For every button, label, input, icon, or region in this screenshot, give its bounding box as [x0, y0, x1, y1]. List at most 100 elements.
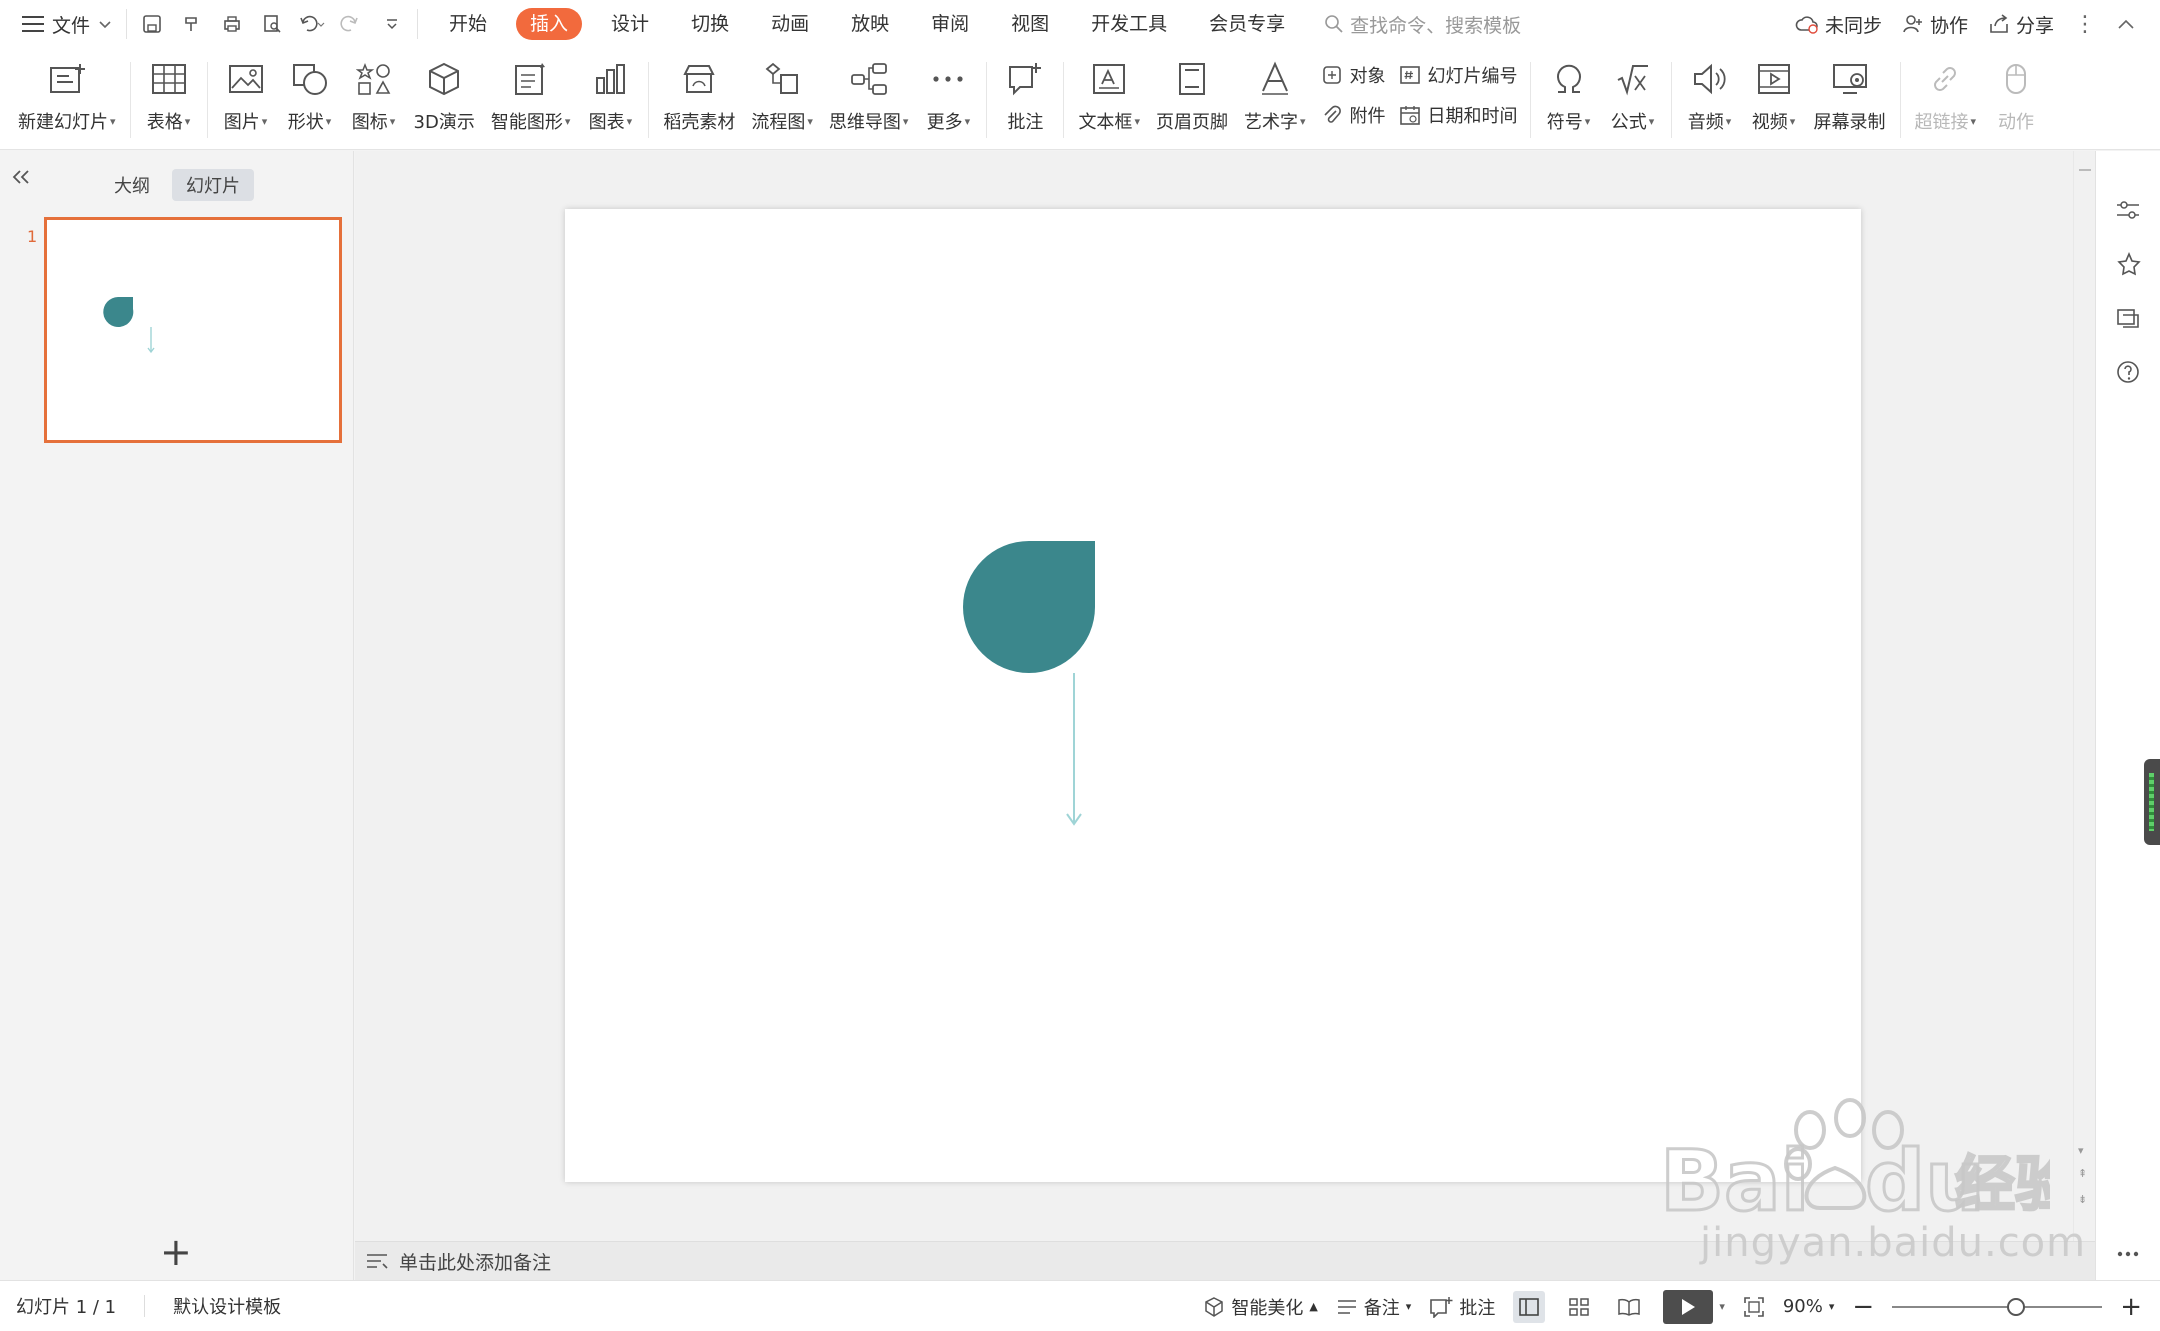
date-time-label: 日期和时间 — [1427, 106, 1518, 127]
beautify-icon — [1205, 1296, 1224, 1317]
3d-button[interactable]: 3D演示 — [406, 48, 483, 148]
collab-label: 协作 — [1929, 14, 1968, 37]
zoom-level-dropdown[interactable]: 90% ▾ — [1783, 1296, 1835, 1317]
tab-home[interactable]: 开始 — [428, 8, 508, 40]
zoom-level: 90% — [1782, 1296, 1823, 1317]
properties-icon[interactable] — [2113, 195, 2143, 225]
tab-review[interactable]: 审阅 — [910, 8, 990, 40]
wps-presentation-window: 文件 开始 插入 设计 切换 动画 放映 审阅 视图 开发工具 会员专享 查找命… — [0, 0, 2160, 1331]
action-button[interactable]: 动作 — [1984, 48, 2048, 148]
tab-outline[interactable]: 大纲 — [100, 169, 164, 201]
audio-button[interactable]: 音频 ▾ — [1678, 48, 1742, 148]
speaker-icon — [1686, 56, 1734, 102]
object-button[interactable]: 对象 — [1320, 60, 1386, 90]
print-preview-icon[interactable] — [255, 9, 289, 39]
animation-star-icon[interactable] — [2113, 249, 2143, 279]
panel-tabs: 大纲 幻灯片 — [100, 169, 254, 201]
play-options-caret-icon[interactable]: ▾ — [1719, 1300, 1725, 1313]
screen-record-button[interactable]: 屏幕录制 — [1806, 48, 1894, 148]
slide-sorter-view-icon[interactable] — [1563, 1291, 1595, 1323]
3d-label: 3D演示 — [413, 112, 475, 133]
shape-label: 形状 — [287, 112, 324, 133]
tab-member[interactable]: 会员专享 — [1188, 8, 1306, 40]
collapse-panel-icon[interactable] — [10, 167, 32, 192]
add-slide-button[interactable]: + — [160, 1233, 192, 1271]
link-icon — [1921, 56, 1969, 102]
sync-status-button[interactable]: 未同步 — [1795, 11, 1882, 38]
collaborate-button[interactable]: 协作 — [1902, 11, 1968, 38]
help-icon[interactable] — [2113, 357, 2143, 387]
wordart-button[interactable]: 艺术字 ▾ — [1236, 48, 1314, 148]
comment-button[interactable]: 批注 — [993, 48, 1057, 148]
slide-thumbnail[interactable] — [44, 217, 342, 443]
chart-button[interactable]: 图表 ▾ — [578, 48, 642, 148]
symbol-button[interactable]: 符号 ▾ — [1537, 48, 1601, 148]
tab-insert[interactable]: 插入 — [516, 8, 583, 40]
print-icon[interactable] — [215, 9, 249, 39]
template-name[interactable]: 默认设计模板 — [173, 1293, 281, 1319]
file-menu-button[interactable]: 文件 — [0, 0, 126, 48]
vertical-scrollbar[interactable]: ▾ ⇞ ⇟ — [2073, 151, 2095, 1241]
transition-icon[interactable] — [2113, 303, 2143, 333]
prev-page-icon[interactable]: ⇞ — [2078, 1167, 2087, 1180]
slide-canvas[interactable] — [565, 209, 1861, 1182]
customize-toolbar-icon[interactable] — [375, 9, 409, 39]
beautify-label: 智能美化 — [1231, 1297, 1304, 1319]
formula-button[interactable]: 公式 ▾ — [1601, 48, 1665, 148]
flowchart-button[interactable]: 流程图 ▾ — [743, 48, 821, 148]
performance-indicator[interactable] — [2144, 759, 2160, 845]
comment-toggle-button[interactable]: 批注 — [1429, 1294, 1495, 1320]
attachment-button[interactable]: 附件 — [1320, 100, 1386, 130]
tab-slideshow[interactable]: 放映 — [830, 8, 910, 40]
format-painter-icon[interactable] — [175, 9, 209, 39]
icon-button[interactable]: 图标 ▾ — [342, 48, 406, 148]
header-footer-button[interactable]: 页眉页脚 — [1148, 48, 1236, 148]
tab-slides[interactable]: 幻灯片 — [172, 169, 254, 201]
tab-design[interactable]: 设计 — [590, 8, 670, 40]
smart-beautify-button[interactable]: 智能美化 ▲ — [1203, 1294, 1318, 1320]
more-options-icon[interactable]: ⋮ — [2074, 12, 2096, 37]
reading-view-icon[interactable] — [1613, 1291, 1645, 1323]
picture-button[interactable]: 图片 ▾ — [214, 48, 278, 148]
zoom-out-icon[interactable]: − — [1852, 1292, 1874, 1322]
scroll-up-icon[interactable]: ▾ — [2078, 1144, 2084, 1157]
shape-button[interactable]: 形状 ▾ — [278, 48, 342, 148]
table-button[interactable]: 表格 ▾ — [137, 48, 201, 148]
collapse-ribbon-icon[interactable] — [2116, 17, 2136, 31]
more-button[interactable]: 更多 ▾ — [916, 48, 980, 148]
tab-animations[interactable]: 动画 — [750, 8, 830, 40]
new-slide-button[interactable]: 新建幻灯片 ▾ — [10, 48, 124, 148]
teardrop-shape[interactable] — [963, 541, 1095, 673]
share-button[interactable]: 分享 — [1988, 11, 2054, 38]
notes-bar[interactable]: 单击此处添加备注 — [355, 1241, 2095, 1280]
material-button[interactable]: 稻壳素材 — [655, 48, 743, 148]
video-button[interactable]: 视频 ▾ — [1742, 48, 1806, 148]
comment-icon — [1430, 1296, 1453, 1318]
mindmap-button[interactable]: 思维导图 ▾ — [821, 48, 917, 148]
tab-developer[interactable]: 开发工具 — [1070, 8, 1188, 40]
slide-number-button[interactable]: 幻灯片编号 — [1398, 60, 1518, 90]
normal-view-icon[interactable] — [1513, 1290, 1546, 1323]
tab-view[interactable]: 视图 — [990, 8, 1070, 40]
fit-window-button[interactable] — [1743, 1296, 1765, 1318]
object-icon — [1320, 63, 1344, 87]
smartart-button[interactable]: 智能图形 ▾ — [483, 48, 579, 148]
more-tools-icon[interactable] — [2113, 1239, 2143, 1269]
zoom-in-icon[interactable]: + — [2120, 1292, 2142, 1322]
zoom-slider[interactable] — [1892, 1297, 2103, 1317]
scrollbar-thumb[interactable] — [2079, 169, 2091, 171]
chart-label: 图表 — [588, 112, 625, 133]
hyperlink-button[interactable]: 超链接 ▾ — [1907, 48, 1985, 148]
undo-icon[interactable] — [295, 9, 329, 39]
share-label: 分享 — [2015, 14, 2054, 37]
textbox-button[interactable]: 文本框 ▾ — [1070, 48, 1148, 148]
notes-toggle-button[interactable]: 备注 ▾ — [1336, 1294, 1411, 1320]
command-search[interactable]: 查找命令、搜索模板 — [1324, 11, 1521, 38]
redo-icon[interactable] — [335, 9, 369, 39]
next-page-icon[interactable]: ⇟ — [2078, 1193, 2087, 1206]
save-icon[interactable] — [135, 9, 169, 39]
date-time-button[interactable]: 日期和时间 — [1398, 100, 1518, 130]
zoom-slider-knob[interactable] — [2007, 1297, 2026, 1316]
play-slideshow-button[interactable] — [1663, 1289, 1714, 1324]
tab-transitions[interactable]: 切换 — [670, 8, 750, 40]
